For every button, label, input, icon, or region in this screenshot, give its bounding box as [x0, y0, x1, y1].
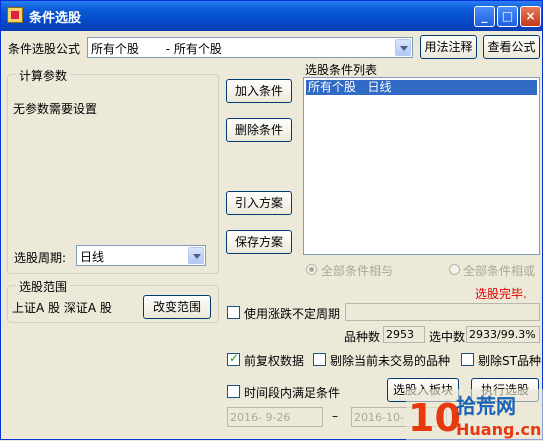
count-value: 2953: [386, 328, 414, 341]
chevron-down-icon[interactable]: [395, 39, 411, 56]
date-dash: –: [332, 409, 338, 423]
period-field[interactable]: [345, 303, 540, 321]
status-text: 选股完毕.: [475, 287, 527, 301]
pre-adjust-checkbox[interactable]: [227, 351, 240, 366]
exclude-untraded-checkbox[interactable]: [313, 353, 326, 366]
selected-value: 2933/99.3%: [469, 328, 536, 341]
date-from-value: 2016- 9-26: [230, 411, 291, 424]
condition-list-label: 选股条件列表: [305, 63, 378, 77]
view-formula-button[interactable]: 查看公式: [483, 35, 540, 59]
time-range-label: 时间段内满足条件: [244, 386, 341, 400]
svg-text:拾荒网: 拾荒网: [456, 394, 516, 418]
app-icon: [7, 7, 23, 23]
exclude-st-checkbox[interactable]: [461, 353, 474, 366]
maximize-button[interactable]: □: [497, 6, 518, 27]
formula-label: 条件选股公式: [8, 42, 81, 56]
period-label: 选股周期:: [14, 251, 67, 265]
svg-text:10: 10: [408, 396, 461, 440]
all-or-radio[interactable]: [449, 264, 460, 275]
delete-condition-button[interactable]: 删除条件: [226, 118, 292, 142]
date-to-value: 2016-10-: [354, 411, 404, 424]
add-condition-button[interactable]: 加入条件: [226, 79, 292, 103]
count-label: 品种数: [344, 330, 381, 344]
all-and-label: 全部条件相与: [321, 264, 394, 278]
condition-list[interactable]: 所有个股 日线: [303, 77, 540, 255]
time-range-checkbox[interactable]: [227, 385, 240, 398]
title-bar[interactable]: 条件选股 _ □ ×: [1, 1, 542, 31]
date-from-field[interactable]: 2016- 9-26: [227, 407, 323, 427]
list-item[interactable]: 所有个股 日线: [306, 80, 537, 95]
import-plan-button[interactable]: 引入方案: [226, 191, 292, 215]
site-watermark-logo: 10 拾荒网 Huang.cn: [406, 389, 543, 441]
usage-notes-button[interactable]: 用法注释: [420, 35, 477, 59]
condition-stock-picker-window: 条件选股 _ □ × 条件选股公式 所有个股 - 所有个股 用法注释 查看公式 …: [0, 0, 543, 441]
period-select-value: 日线: [80, 250, 105, 264]
selected-field: 2933/99.3%: [466, 326, 540, 343]
count-field: 2953: [383, 326, 425, 343]
formula-select-value: 所有个股 - 所有个股: [91, 42, 222, 56]
no-params-text: 无参数需要设置: [13, 102, 98, 116]
close-button[interactable]: ×: [520, 6, 541, 27]
range-legend: 选股范围: [16, 278, 71, 295]
selected-label: 选中数: [429, 330, 466, 344]
formula-select[interactable]: 所有个股 - 所有个股: [87, 37, 413, 58]
all-or-label: 全部条件相或: [463, 264, 536, 278]
svg-text:Huang.cn: Huang.cn: [456, 420, 541, 439]
window-title: 条件选股: [29, 11, 82, 26]
change-range-button[interactable]: 改变范围: [143, 295, 211, 319]
chevron-down-icon[interactable]: [188, 247, 204, 264]
save-plan-button[interactable]: 保存方案: [226, 230, 292, 254]
range-value: 上证A 股 深证A 股: [12, 301, 112, 315]
period-select[interactable]: 日线: [76, 245, 206, 266]
pre-adjust-label: 前复权数据: [244, 354, 305, 368]
uncertain-period-label: 使用涨跌不定周期: [244, 307, 341, 321]
all-and-radio[interactable]: [306, 264, 317, 275]
exclude-st-label: 剔除ST品种: [478, 354, 541, 368]
exclude-untraded-label: 剔除当前未交易的品种: [330, 354, 451, 368]
params-legend: 计算参数: [16, 67, 71, 84]
minimize-button[interactable]: _: [474, 6, 495, 27]
uncertain-period-checkbox[interactable]: [227, 306, 240, 319]
